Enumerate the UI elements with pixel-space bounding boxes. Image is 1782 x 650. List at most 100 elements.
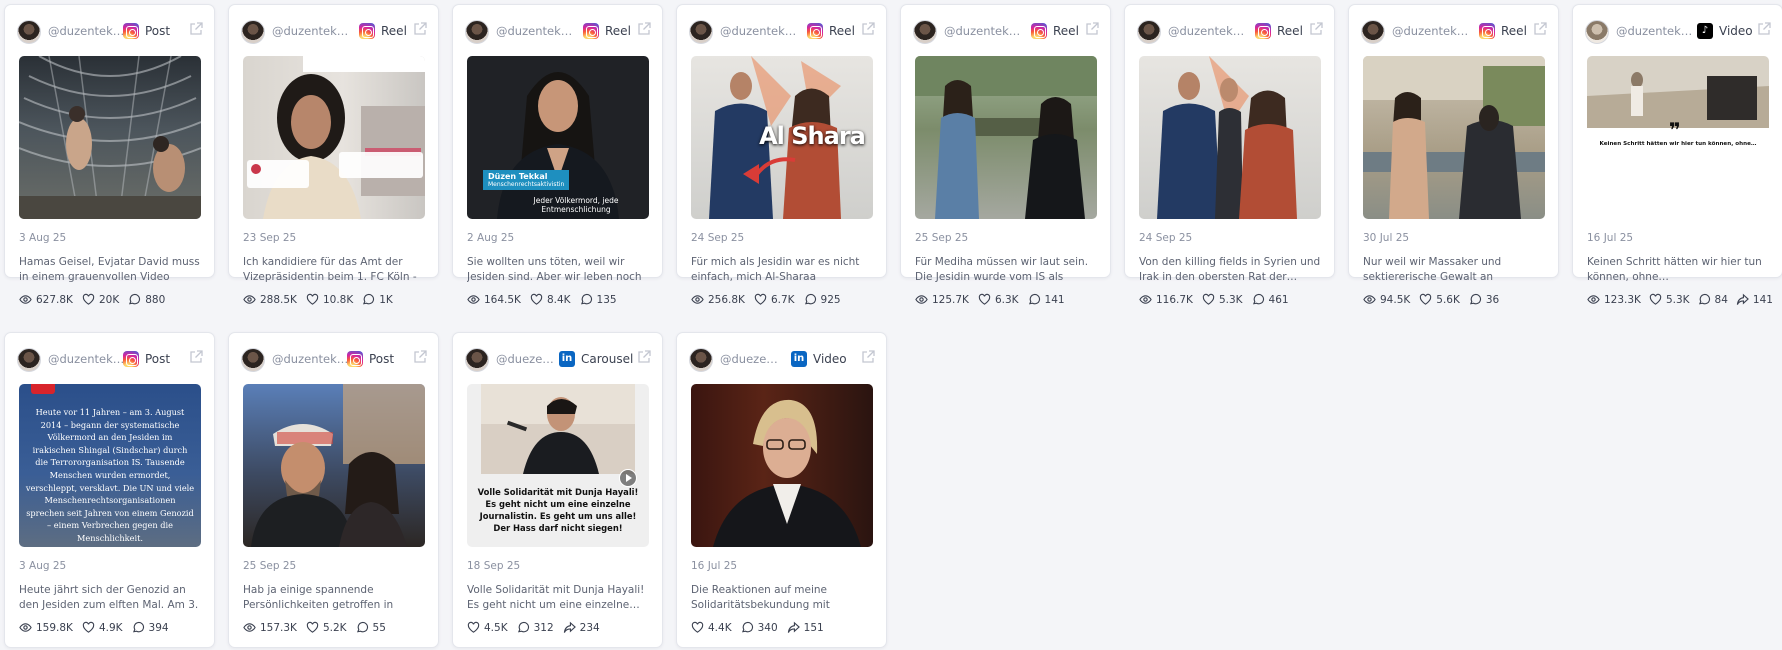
- eye-icon: [915, 295, 928, 304]
- likes-count: 4.5K: [484, 621, 508, 634]
- post-thumbnail[interactable]: [243, 384, 425, 547]
- comments-stat: 84: [1698, 293, 1728, 306]
- shares-count: 234: [579, 621, 600, 634]
- linkedin-icon: in: [559, 351, 575, 367]
- shares-stat: 234: [563, 621, 600, 634]
- post-type: Reel: [1277, 24, 1303, 38]
- post-type: Reel: [1053, 24, 1079, 38]
- logo-badge: [31, 384, 55, 394]
- post-card[interactable]: @duezentekkal in Video 16 Jul 25 Die Rea…: [676, 332, 887, 648]
- platform-badge: Post: [123, 21, 170, 41]
- external-link-icon[interactable]: [861, 22, 875, 36]
- comment-icon: [804, 294, 816, 305]
- post-type: Video: [813, 352, 847, 366]
- post-type: Reel: [605, 24, 631, 38]
- comments-stat: 55: [356, 621, 386, 634]
- account-handle: @duzentekkal: [496, 24, 574, 38]
- platform-badge: in Carousel: [559, 349, 633, 369]
- post-thumbnail[interactable]: [691, 384, 873, 547]
- post-card[interactable]: @duzentekkal Reel 25 Sep 25 Für Mediha m…: [900, 4, 1111, 306]
- post-thumbnail[interactable]: [1139, 56, 1321, 219]
- comments-stat: 141: [1028, 293, 1065, 306]
- likes-stat: 5.2K: [306, 621, 347, 634]
- platform-badge: ♪ Video: [1697, 21, 1753, 41]
- views-count: 116.7K: [1156, 293, 1193, 306]
- post-card[interactable]: @duzentekkal Post 3 Aug 25 Hamas Geisel,…: [4, 4, 215, 306]
- avatar: [913, 20, 937, 44]
- account-handle: @duzentekkal: [1616, 24, 1694, 38]
- post-type: Video: [1719, 24, 1753, 38]
- account-handle: @duzentekkal: [1168, 24, 1246, 38]
- comments-count: 141: [1044, 293, 1065, 306]
- post-thumbnail[interactable]: Al Shara: [691, 56, 873, 219]
- post-date: 3 Aug 25: [19, 560, 67, 572]
- external-link-icon[interactable]: [189, 22, 203, 36]
- eye-icon: [243, 295, 256, 304]
- post-card[interactable]: @duzentekkal Reel Düzen Tekkal Menschenr…: [452, 4, 663, 306]
- card-header: @duzentekkal Reel: [1349, 5, 1558, 55]
- views-stat: 94.5K: [1363, 293, 1410, 306]
- post-stats: 116.7K 5.3K 461: [1139, 293, 1328, 306]
- post-thumbnail[interactable]: [19, 56, 201, 219]
- post-card[interactable]: @duzentekkal Reel 30 Jul 25 Nur weil wir…: [1348, 4, 1559, 306]
- post-date: 25 Sep 25: [243, 560, 297, 572]
- likes-stat: 10.8K: [306, 293, 353, 306]
- post-thumbnail[interactable]: Düzen Tekkal Menschenrechtsaktivistin Je…: [467, 56, 649, 219]
- overlay-title: Al Shara: [759, 122, 866, 150]
- post-card[interactable]: @duzentekkal ♪ Video ❞ Keinen Schritt hä…: [1572, 4, 1782, 306]
- heart-icon: [1420, 293, 1432, 305]
- external-link-icon[interactable]: [637, 22, 651, 36]
- comments-count: 135: [596, 293, 617, 306]
- post-thumbnail[interactable]: [243, 56, 425, 219]
- heart-icon: [530, 293, 543, 305]
- comment-icon: [132, 622, 144, 633]
- post-card[interactable]: @duzentekkal Reel 23 Sep 25 Ich kandidie…: [228, 4, 439, 306]
- post-thumbnail[interactable]: [1363, 56, 1545, 219]
- likes-stat: 5.3K: [1202, 293, 1243, 306]
- post-overlay-text: Keinen Schritt hätten wir hier tun könne…: [1599, 141, 1757, 147]
- external-link-icon[interactable]: [637, 350, 651, 364]
- post-card[interactable]: @duzentekkal Post 25 Sep 25 Hab ja einig…: [228, 332, 439, 648]
- external-link-icon[interactable]: [413, 22, 427, 36]
- external-link-icon[interactable]: [1085, 22, 1099, 36]
- post-stats: 123.3K 5.3K 84 141: [1587, 293, 1776, 306]
- external-link-icon[interactable]: [861, 350, 875, 364]
- heart-icon: [1649, 293, 1662, 305]
- post-card[interactable]: @duezentekkal in Carousel Volle Solidari…: [452, 332, 663, 648]
- external-link-icon[interactable]: [1309, 22, 1323, 36]
- post-card[interactable]: @duzentekkal Reel 24 Sep 25 Von den kill…: [1124, 4, 1335, 306]
- avatar: [465, 20, 489, 44]
- post-thumbnail[interactable]: ❞ Keinen Schritt hätten wir hier tun kön…: [1587, 56, 1769, 219]
- external-link-icon[interactable]: [1533, 22, 1547, 36]
- views-count: 288.5K: [260, 293, 297, 306]
- views-count: 94.5K: [1380, 293, 1411, 306]
- instagram-icon: [1255, 23, 1271, 39]
- post-caption: Sie wollten uns töten, weil wir Jesiden …: [467, 256, 642, 283]
- post-thumbnail[interactable]: [915, 56, 1097, 219]
- external-link-icon[interactable]: [1757, 22, 1771, 36]
- card-header: @duzentekkal ♪ Video: [1573, 5, 1782, 55]
- views-count: 123.3K: [1604, 293, 1641, 306]
- comments-stat: 36: [1469, 293, 1499, 306]
- external-link-icon[interactable]: [189, 350, 203, 364]
- post-date: 24 Sep 25: [1139, 232, 1193, 244]
- account-handle: @duzentekkal: [944, 24, 1022, 38]
- likes-stat: 4.9K: [82, 621, 123, 634]
- comments-stat: 135: [580, 293, 617, 306]
- platform-badge: Reel: [1255, 21, 1303, 41]
- views-stat: 116.7K: [1139, 293, 1193, 306]
- post-card[interactable]: @duzentekkal Reel Al Shara 24 Sep 25 Für…: [676, 4, 887, 306]
- likes-count: 10.8K: [322, 293, 354, 306]
- post-thumbnail[interactable]: Volle Solidarität mit Dunja Hayali! Es g…: [467, 384, 649, 547]
- external-link-icon[interactable]: [413, 350, 427, 364]
- views-stat: 627.8K: [19, 293, 73, 306]
- card-header: @duezentekkal in Video: [677, 333, 886, 383]
- heart-icon: [82, 621, 95, 633]
- likes-stat: 5.6K: [1419, 293, 1460, 306]
- linkedin-icon: in: [791, 351, 807, 367]
- eye-icon: [19, 295, 32, 304]
- views-stat: 123.3K: [1587, 293, 1641, 306]
- post-card[interactable]: @duzentekkal Post Heute vor 11 Jahren – …: [4, 332, 215, 648]
- post-thumbnail[interactable]: Heute vor 11 Jahren – am 3. August 2014 …: [19, 384, 201, 547]
- play-icon[interactable]: [619, 469, 637, 487]
